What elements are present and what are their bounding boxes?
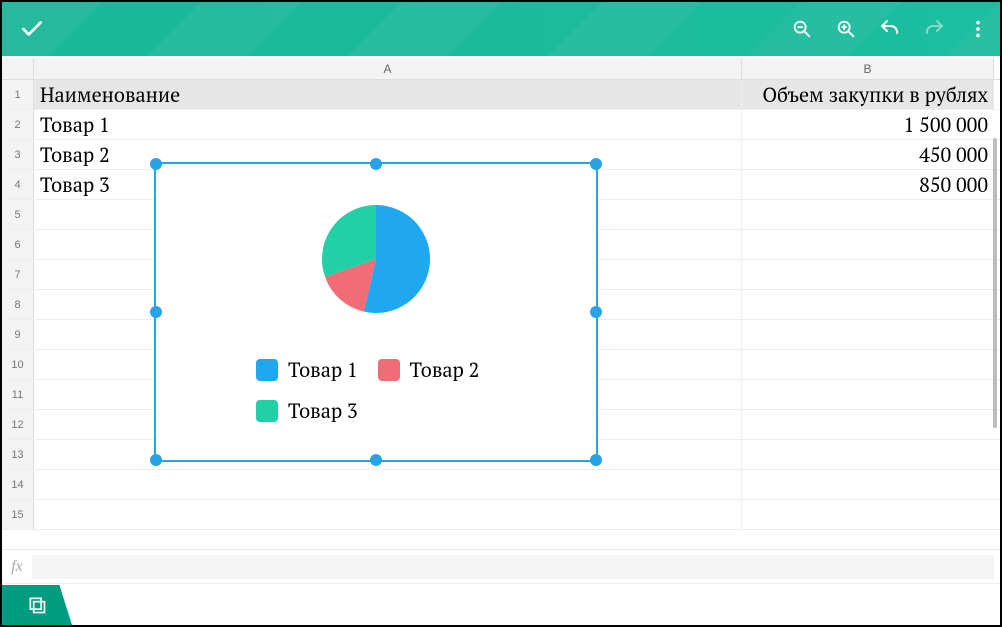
cell[interactable] (34, 470, 742, 499)
bottom-bar (2, 583, 1000, 625)
resize-handle-nw[interactable] (150, 158, 162, 170)
cell[interactable] (742, 230, 994, 259)
cell[interactable] (742, 290, 994, 319)
row-header[interactable]: 6 (2, 230, 34, 259)
fx-label: fx (2, 558, 32, 576)
column-header-B[interactable]: B (742, 58, 994, 79)
legend-item-3: Товар 3 (256, 397, 358, 424)
row-header[interactable]: 1 (2, 80, 34, 109)
cell[interactable] (742, 260, 994, 289)
row-header[interactable]: 4 (2, 170, 34, 199)
zoom-out-button[interactable] (780, 2, 824, 56)
column-headers: A B (2, 58, 1000, 80)
legend-label-1: Товар 1 (288, 356, 358, 383)
cell[interactable]: Товар 1 (34, 110, 742, 139)
resize-handle-sw[interactable] (150, 454, 162, 466)
select-all-corner[interactable] (2, 58, 34, 79)
table-row: 15 (2, 500, 1000, 530)
table-row: 2Товар 11 500 000 (2, 110, 1000, 140)
more-vert-icon (967, 18, 989, 40)
cell[interactable] (742, 350, 994, 379)
row-header[interactable]: 5 (2, 200, 34, 229)
column-header-A[interactable]: A (34, 58, 742, 79)
row-header[interactable]: 8 (2, 290, 34, 319)
resize-handle-e[interactable] (590, 306, 602, 318)
legend-swatch-1 (256, 359, 278, 381)
more-button[interactable] (956, 2, 1000, 56)
chart-legend: Товар 1 Товар 2 Товар 3 (256, 356, 479, 438)
row-header[interactable]: 13 (2, 440, 34, 469)
redo-button[interactable] (912, 2, 956, 56)
resize-handle-ne[interactable] (590, 158, 602, 170)
redo-icon (922, 17, 946, 41)
zoom-in-icon (835, 18, 857, 40)
zoom-out-icon (791, 18, 813, 40)
cell[interactable] (742, 440, 994, 469)
legend-label-2: Товар 2 (410, 356, 480, 383)
resize-handle-w[interactable] (150, 306, 162, 318)
formula-bar: fx (2, 549, 1000, 583)
cell[interactable]: Наименование (34, 80, 742, 109)
row-header[interactable]: 12 (2, 410, 34, 439)
cell[interactable] (742, 320, 994, 349)
sheets-icon (27, 595, 47, 615)
undo-icon (878, 17, 902, 41)
legend-label-3: Товар 3 (288, 397, 358, 424)
row-header[interactable]: 7 (2, 260, 34, 289)
legend-item-1: Товар 1 (256, 356, 358, 383)
confirm-button[interactable] (2, 2, 62, 56)
resize-handle-s[interactable] (370, 454, 382, 466)
legend-swatch-2 (378, 359, 400, 381)
cell[interactable] (742, 470, 994, 499)
cell[interactable] (742, 500, 994, 529)
row-header[interactable]: 14 (2, 470, 34, 499)
cell[interactable] (742, 380, 994, 409)
cell[interactable]: Объем закупки в рублях (742, 80, 994, 109)
formula-input[interactable] (32, 555, 994, 579)
row-header[interactable]: 2 (2, 110, 34, 139)
pie-chart (321, 204, 431, 314)
vertical-scrollbar[interactable] (993, 138, 997, 428)
resize-handle-n[interactable] (370, 158, 382, 170)
cell[interactable]: 850 000 (742, 170, 994, 199)
table-row: 1НаименованиеОбъем закупки в рублях (2, 80, 1000, 110)
legend-item-2: Товар 2 (378, 356, 480, 383)
row-header[interactable]: 10 (2, 350, 34, 379)
cell[interactable] (742, 200, 994, 229)
cell[interactable] (742, 410, 994, 439)
cell[interactable] (34, 500, 742, 529)
row-header[interactable]: 15 (2, 500, 34, 529)
legend-swatch-3 (256, 400, 278, 422)
table-row: 14 (2, 470, 1000, 500)
resize-handle-se[interactable] (590, 454, 602, 466)
zoom-in-button[interactable] (824, 2, 868, 56)
row-header[interactable]: 9 (2, 320, 34, 349)
cell[interactable]: 1 500 000 (742, 110, 994, 139)
row-header[interactable]: 3 (2, 140, 34, 169)
check-icon (19, 16, 45, 42)
cell[interactable]: 450 000 (742, 140, 994, 169)
row-header[interactable]: 11 (2, 380, 34, 409)
chart-object[interactable]: Товар 1 Товар 2 Товар 3 (154, 162, 598, 462)
toolbar (2, 2, 1000, 56)
undo-button[interactable] (868, 2, 912, 56)
sheets-tab-button[interactable] (2, 585, 72, 625)
